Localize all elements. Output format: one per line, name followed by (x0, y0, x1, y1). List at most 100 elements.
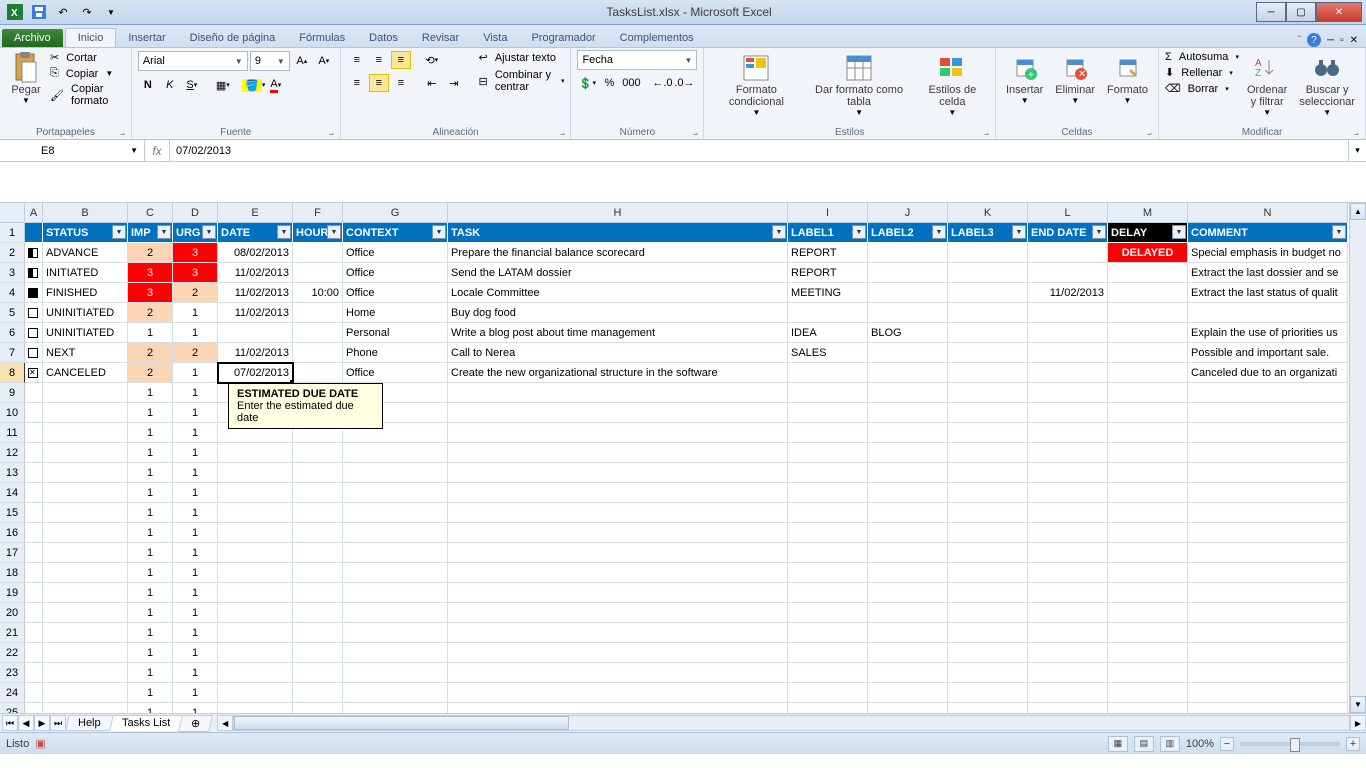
cell[interactable] (1108, 583, 1188, 603)
grow-font-button[interactable]: A▴ (292, 52, 312, 70)
filter-dropdown-icon[interactable]: ▼ (1012, 225, 1026, 239)
cell[interactable]: 1 (173, 543, 218, 563)
cell[interactable] (1028, 683, 1108, 703)
row-header-14[interactable]: 14 (0, 483, 25, 503)
col-header-E[interactable]: E (218, 203, 293, 223)
cell[interactable]: 1 (173, 683, 218, 703)
cell[interactable] (25, 623, 43, 643)
format-painter-button[interactable]: 🖌 Copiar formato (50, 82, 125, 108)
label3-cell[interactable] (948, 343, 1028, 363)
ribbon-minimize-icon[interactable]: ˇ (1298, 35, 1301, 46)
cell[interactable] (1028, 543, 1108, 563)
header-cell[interactable]: STATUS▼ (43, 223, 128, 243)
date-cell[interactable] (218, 323, 293, 343)
cell[interactable] (343, 703, 448, 713)
cell[interactable] (343, 663, 448, 683)
date-cell[interactable]: 11/02/2013 (218, 283, 293, 303)
cell[interactable] (1188, 663, 1348, 683)
cell[interactable] (43, 403, 128, 423)
context-cell[interactable]: Office (343, 243, 448, 263)
label1-cell[interactable]: IDEA (788, 323, 868, 343)
comma-button[interactable]: 000 (621, 74, 641, 92)
cell[interactable] (1028, 583, 1108, 603)
col-header-H[interactable]: H (448, 203, 788, 223)
cell[interactable] (788, 403, 868, 423)
cell[interactable] (43, 543, 128, 563)
workbook-close-icon[interactable]: ✕ (1350, 35, 1358, 46)
task-cell[interactable]: Buy dog food (448, 303, 788, 323)
row-header-5[interactable]: 5 (0, 303, 25, 323)
col-header-M[interactable]: M (1108, 203, 1188, 223)
cell[interactable] (1188, 583, 1348, 603)
cell[interactable] (25, 443, 43, 463)
header-cell[interactable]: TASK▼ (448, 223, 788, 243)
label1-cell[interactable]: MEETING (788, 283, 868, 303)
cell[interactable] (948, 443, 1028, 463)
workbook-minimize-icon[interactable]: ─ (1327, 35, 1334, 46)
cell[interactable] (448, 423, 788, 443)
date-cell[interactable]: 11/02/2013 (218, 263, 293, 283)
cell[interactable] (868, 543, 948, 563)
decrease-indent-button[interactable]: ⇤ (422, 74, 442, 92)
cell[interactable] (448, 623, 788, 643)
hour-cell[interactable] (293, 343, 343, 363)
urg-cell[interactable]: 2 (173, 343, 218, 363)
row-header-9[interactable]: 9 (0, 383, 25, 403)
cell[interactable] (1028, 423, 1108, 443)
cell[interactable]: 1 (128, 583, 173, 603)
select-all-corner[interactable] (0, 203, 25, 223)
status-cell[interactable]: CANCELED (43, 363, 128, 383)
delete-button[interactable]: ✕Eliminar▼ (1051, 50, 1099, 107)
cell[interactable] (1108, 683, 1188, 703)
enddate-cell[interactable] (1028, 323, 1108, 343)
cell[interactable] (43, 443, 128, 463)
cell[interactable] (788, 643, 868, 663)
cell[interactable] (868, 403, 948, 423)
font-color-button[interactable]: A▾ (266, 76, 286, 94)
cell[interactable] (25, 583, 43, 603)
scroll-left-button[interactable]: ◀ (217, 715, 233, 731)
cell[interactable] (788, 423, 868, 443)
cell[interactable] (218, 583, 293, 603)
currency-button[interactable]: 💲▾ (577, 74, 597, 92)
cell[interactable]: 1 (128, 663, 173, 683)
wrap-text-button[interactable]: ↩ Ajustar texto (479, 50, 565, 65)
filter-dropdown-icon[interactable]: ▼ (852, 225, 866, 239)
comment-cell[interactable]: Possible and important sale. (1188, 343, 1348, 363)
minimize-button[interactable]: ─ (1256, 2, 1286, 22)
cell[interactable] (788, 563, 868, 583)
comment-cell[interactable]: Extract the last status of qualit (1188, 283, 1348, 303)
header-cell[interactable]: DATE▼ (218, 223, 293, 243)
delay-cell[interactable] (1108, 363, 1188, 383)
label2-cell[interactable] (868, 263, 948, 283)
header-cell[interactable] (25, 223, 43, 243)
horizontal-scrollbar[interactable]: ◀ ▶ (217, 715, 1366, 731)
urg-cell[interactable]: 1 (173, 363, 218, 383)
border-button[interactable]: ▦▾ (213, 76, 233, 94)
increase-decimal-button[interactable]: ←.0 (652, 74, 672, 92)
context-cell[interactable]: Office (343, 263, 448, 283)
cell[interactable] (948, 603, 1028, 623)
cell[interactable] (43, 583, 128, 603)
cell[interactable] (43, 703, 128, 713)
scroll-right-button[interactable]: ▶ (1350, 715, 1366, 731)
cell[interactable] (868, 523, 948, 543)
label3-cell[interactable] (948, 323, 1028, 343)
cell[interactable] (1108, 703, 1188, 713)
decrease-decimal-button[interactable]: .0→ (674, 74, 694, 92)
cell[interactable] (1108, 423, 1188, 443)
imp-cell[interactable]: 2 (128, 243, 173, 263)
cell[interactable] (1108, 643, 1188, 663)
cell[interactable] (218, 643, 293, 663)
date-cell[interactable]: 11/02/2013 (218, 343, 293, 363)
cell[interactable] (343, 623, 448, 643)
excel-icon[interactable]: X (4, 2, 26, 22)
cell[interactable] (448, 483, 788, 503)
cell[interactable] (25, 523, 43, 543)
new-sheet-button[interactable]: ⊕ (178, 715, 213, 732)
page-break-view-button[interactable]: ▥ (1160, 736, 1180, 752)
label1-cell[interactable]: REPORT (788, 243, 868, 263)
insert-button[interactable]: +Insertar▼ (1002, 50, 1047, 107)
label3-cell[interactable] (948, 283, 1028, 303)
fx-button[interactable]: fx (145, 140, 169, 161)
